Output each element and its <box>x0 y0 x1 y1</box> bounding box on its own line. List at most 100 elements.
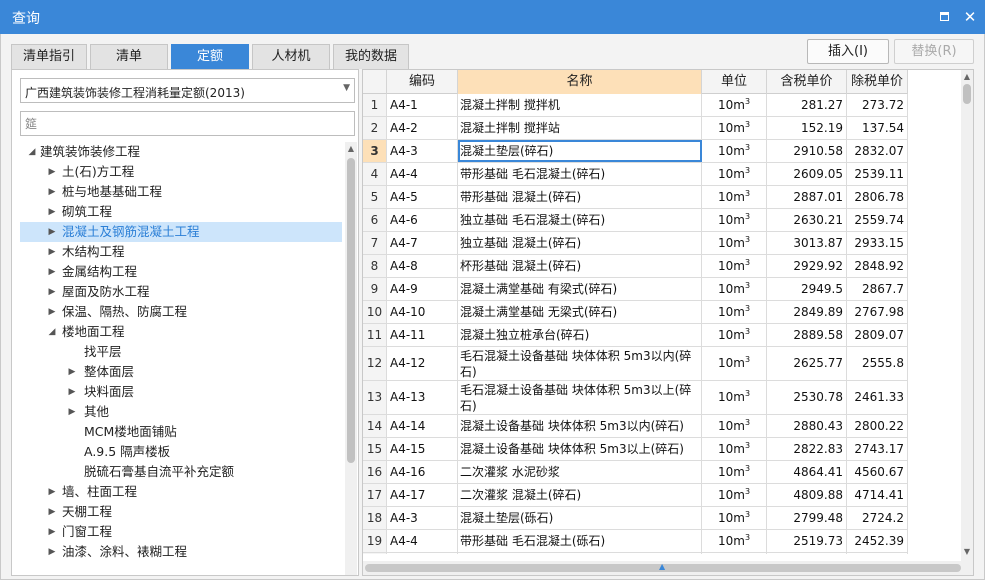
row-name[interactable]: 混凝土独立桩承台(碎石) <box>458 324 702 346</box>
caret-collapsed-icon[interactable]: ▶ <box>46 542 58 562</box>
table-row[interactable]: 19 A4-4 带形基础 毛石混凝土(砾石) 10m3 2519.73 2452.39 <box>363 530 908 553</box>
header-tax-price[interactable]: 含税单价 <box>767 70 847 94</box>
table-row[interactable]: 5 A4-5 带形基础 混凝土(碎石) 10m3 2887.01 2806.78 <box>363 186 908 209</box>
row-name[interactable]: 二次灌浆 水泥砂浆 <box>458 461 702 483</box>
tree-item[interactable]: ◢ 楼地面工程 <box>20 322 342 342</box>
caret-collapsed-icon[interactable]: ▶ <box>46 222 58 242</box>
table-row[interactable]: 6 A4-6 独立基础 毛石混凝土(碎石) 10m3 2630.21 2559.74 <box>363 209 908 232</box>
row-name[interactable]: 杯形基础 混凝土(碎石) <box>458 255 702 277</box>
tree-item[interactable]: ▶ 土(石)方工程 <box>20 162 342 182</box>
tree-scrollbar[interactable]: ▲ <box>345 142 357 575</box>
caret-collapsed-icon[interactable]: ▶ <box>46 282 58 302</box>
tree-item[interactable]: ▶ 墙、柱面工程 <box>20 482 342 502</box>
tab-bill-guide[interactable]: 清单指引 <box>11 44 87 69</box>
table-row[interactable]: 15 A4-15 混凝土设备基础 块体体积 5m3以上(碎石) 10m3 2822.83… <box>363 438 908 461</box>
search-input[interactable] <box>20 111 355 136</box>
row-name[interactable]: 混凝土垫层(砾石) <box>458 507 702 529</box>
quota-library-select[interactable]: 广西建筑装饰装修工程消耗量定额(2013) ▼ <box>20 78 355 103</box>
caret-expanded-icon[interactable]: ◢ <box>26 142 38 162</box>
tree-item[interactable]: ▶ 砌筑工程 <box>20 202 342 222</box>
table-row[interactable]: 16 A4-16 二次灌浆 水泥砂浆 10m3 4864.41 4560.67 <box>363 461 908 484</box>
caret-expanded-icon[interactable]: ◢ <box>46 322 58 342</box>
tree-item[interactable]: ◢ 建筑装饰装修工程 <box>20 142 342 162</box>
table-row[interactable]: 18 A4-3 混凝土垫层(砾石) 10m3 2799.48 2724.2 <box>363 507 908 530</box>
table-row[interactable]: 3 A4-3 混凝土垫层(碎石) 10m3 2910.58 2832.07 <box>363 140 908 163</box>
tree-item[interactable]: ▶ 金属结构工程 <box>20 262 342 282</box>
header-notax-price[interactable]: 除税单价 <box>847 70 908 94</box>
table-row[interactable]: 13 A4-13 毛石混凝土设备基础 块体体积 5m3以上(碎石) 10m3 2530.… <box>363 381 908 415</box>
tree-item[interactable]: ▶ 其他 <box>20 402 342 422</box>
caret-collapsed-icon[interactable]: ▶ <box>46 182 58 202</box>
table-row[interactable]: 8 A4-8 杯形基础 混凝土(碎石) 10m3 2929.92 2848.92 <box>363 255 908 278</box>
row-name[interactable]: 独立基础 混凝土(碎石) <box>458 232 702 254</box>
scroll-up-icon[interactable]: ▲ <box>345 142 357 156</box>
grid-scrollbar[interactable]: ▲ ▼ <box>961 70 973 561</box>
caret-collapsed-icon[interactable]: ▶ <box>46 302 58 322</box>
tab-quota[interactable]: 定额 <box>171 44 249 69</box>
caret-collapsed-icon[interactable]: ▶ <box>46 482 58 502</box>
close-button[interactable]: ✕ <box>960 7 980 27</box>
tree-item[interactable]: ▶ 天棚工程 <box>20 502 342 522</box>
caret-collapsed-icon[interactable]: ▶ <box>46 242 58 262</box>
header-unit[interactable]: 单位 <box>702 70 767 94</box>
tree-scroll-thumb[interactable] <box>347 158 355 463</box>
table-row[interactable]: 10 A4-10 混凝土满堂基础 无梁式(碎石) 10m3 2849.89 2767.98 <box>363 301 908 324</box>
row-name[interactable]: 带形基础 毛石混凝土(砾石) <box>458 530 702 552</box>
table-row[interactable]: 9 A4-9 混凝土满堂基础 有梁式(碎石) 10m3 2949.5 2867.7 <box>363 278 908 301</box>
row-name[interactable]: 毛石混凝土设备基础 块体体积 5m3以上(碎石) <box>458 381 702 414</box>
table-row[interactable]: 7 A4-7 独立基础 混凝土(碎石) 10m3 3013.87 2933.15 <box>363 232 908 255</box>
table-row[interactable]: 1 A4-1 混凝土拌制 搅拌机 10m3 281.27 273.72 <box>363 94 908 117</box>
row-name[interactable]: 二次灌浆 混凝土(碎石) <box>458 484 702 506</box>
maximize-button[interactable] <box>934 7 954 27</box>
caret-collapsed-icon[interactable]: ▶ <box>46 162 58 182</box>
caret-collapsed-icon[interactable]: ▶ <box>46 522 58 542</box>
tree-item[interactable]: ▶ 整体面层 <box>20 362 342 382</box>
insert-button[interactable]: 插入(I) <box>807 39 889 64</box>
grid-scroll-thumb[interactable] <box>963 84 971 104</box>
replace-button[interactable]: 替换(R) <box>894 39 974 64</box>
table-row[interactable]: 17 A4-17 二次灌浆 混凝土(碎石) 10m3 4809.88 4714.41 <box>363 484 908 507</box>
caret-collapsed-icon[interactable]: ▶ <box>66 402 78 422</box>
tree-item[interactable]: ▶ 屋面及防水工程 <box>20 282 342 302</box>
caret-collapsed-icon[interactable]: ▶ <box>66 382 78 402</box>
row-name[interactable]: 带形基础 毛石混凝土(碎石) <box>458 163 702 185</box>
row-name[interactable]: 混凝土满堂基础 有梁式(碎石) <box>458 278 702 300</box>
tree-item[interactable]: ▶ 块料面层 <box>20 382 342 402</box>
table-row[interactable]: 12 A4-12 毛石混凝土设备基础 块体体积 5m3以内(碎石) 10m3 2625.… <box>363 347 908 381</box>
row-name[interactable]: 混凝土垫层(碎石) <box>458 140 702 162</box>
tree-item[interactable]: ▶ 木结构工程 <box>20 242 342 262</box>
caret-collapsed-icon[interactable]: ▶ <box>46 202 58 222</box>
caret-collapsed-icon[interactable]: ▶ <box>46 262 58 282</box>
row-name[interactable]: 带形基础 混凝土(碎石) <box>458 186 702 208</box>
row-name[interactable]: 带形基础 混凝土(砾石) <box>458 553 702 554</box>
caret-collapsed-icon[interactable]: ▶ <box>46 502 58 522</box>
row-name[interactable]: 混凝土拌制 搅拌机 <box>458 94 702 116</box>
tree-item[interactable]: 找平层 <box>20 342 342 362</box>
scroll-up-icon[interactable]: ▲ <box>961 70 973 84</box>
caret-collapsed-icon[interactable]: ▶ <box>66 362 78 382</box>
table-row[interactable]: 2 A4-2 混凝土拌制 搅拌站 10m3 152.19 137.54 <box>363 117 908 140</box>
tree-item[interactable]: ▶ 门窗工程 <box>20 522 342 542</box>
row-name[interactable]: 混凝土满堂基础 无梁式(碎石) <box>458 301 702 323</box>
grid-hscrollbar[interactable]: ▲ <box>363 561 973 575</box>
tree-item[interactable]: 脱硫石膏基自流平补充定额 <box>20 462 342 482</box>
row-name[interactable]: 混凝土设备基础 块体体积 5m3以上(碎石) <box>458 438 702 460</box>
tab-my-data[interactable]: 我的数据 <box>333 44 409 69</box>
header-code[interactable]: 编码 <box>387 70 458 94</box>
tab-labor-material-machine[interactable]: 人材机 <box>252 44 330 69</box>
scroll-down-icon[interactable]: ▼ <box>961 545 973 559</box>
row-name[interactable]: 毛石混凝土设备基础 块体体积 5m3以内(碎石) <box>458 347 702 380</box>
table-row[interactable]: 20A4-5带形基础 混凝土(砾石)10m32775.282698.37 <box>363 553 908 554</box>
tree-item[interactable]: MCM楼地面铺贴 <box>20 422 342 442</box>
tree-item[interactable]: ▶ 混凝土及钢筋混凝土工程 <box>20 222 342 242</box>
tree-item[interactable]: ▶ 桩与地基基础工程 <box>20 182 342 202</box>
row-name[interactable]: 混凝土拌制 搅拌站 <box>458 117 702 139</box>
tree-item[interactable]: ▶ 油漆、涂料、裱糊工程 <box>20 542 342 562</box>
tree-item[interactable]: ▶ 保温、隔热、防腐工程 <box>20 302 342 322</box>
header-name[interactable]: 名称 <box>458 70 702 94</box>
table-row[interactable]: 11 A4-11 混凝土独立桩承台(碎石) 10m3 2889.58 2809.07 <box>363 324 908 347</box>
table-row[interactable]: 4 A4-4 带形基础 毛石混凝土(碎石) 10m3 2609.05 2539.11 <box>363 163 908 186</box>
tab-bill[interactable]: 清单 <box>90 44 168 69</box>
row-name[interactable]: 独立基础 毛石混凝土(碎石) <box>458 209 702 231</box>
row-name[interactable]: 混凝土设备基础 块体体积 5m3以内(碎石) <box>458 415 702 437</box>
